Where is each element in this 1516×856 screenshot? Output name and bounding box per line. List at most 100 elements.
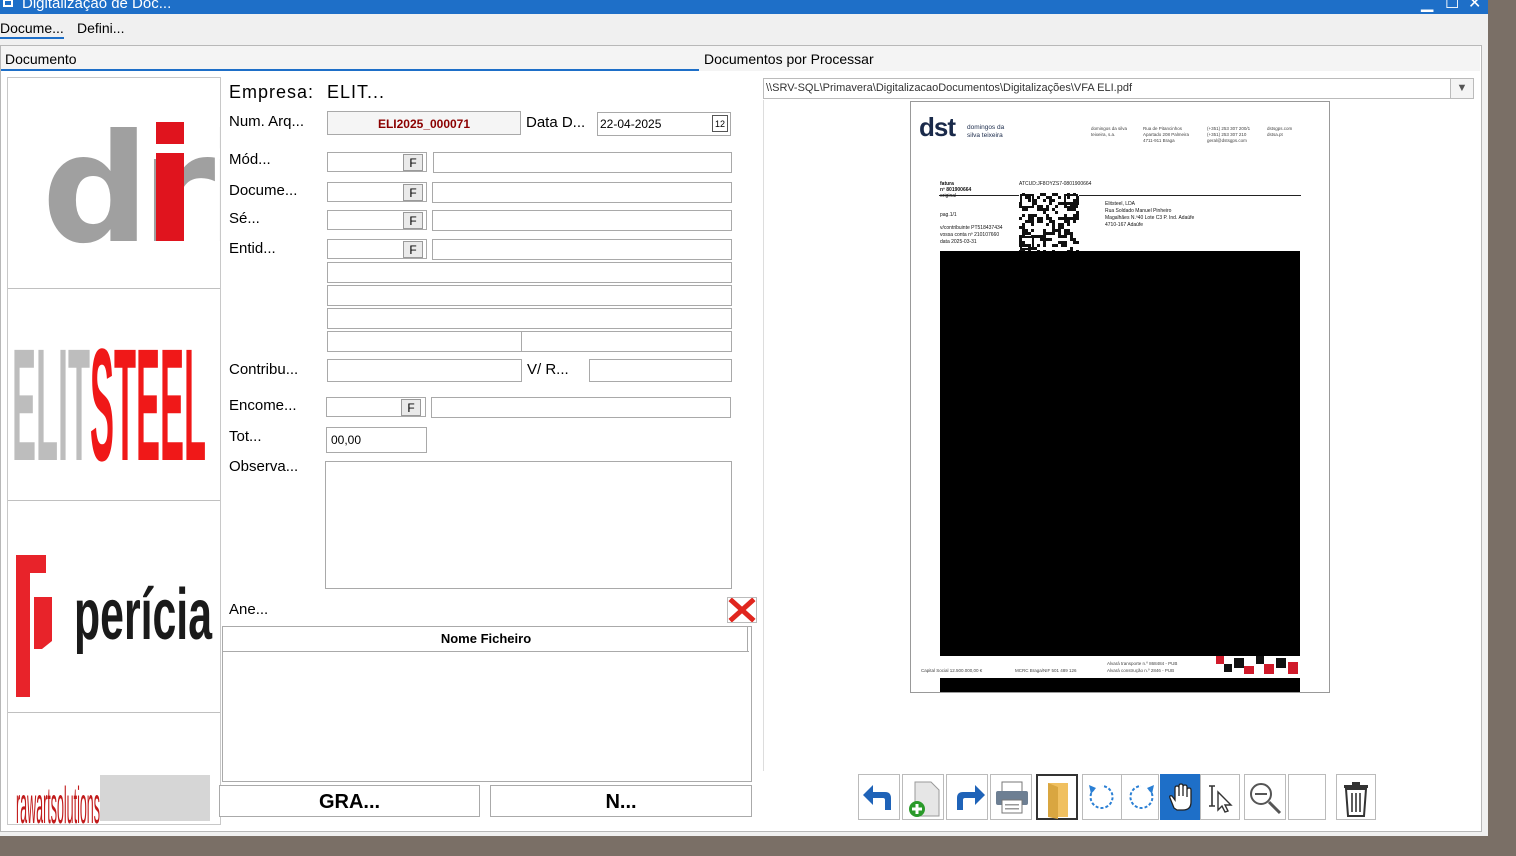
invoice-client-address: Elitsteel, LDA Rua Soldado Manuel Pinheir… <box>1105 201 1195 228</box>
zoom-out-icon <box>1250 783 1282 815</box>
delete-x-icon <box>728 597 756 623</box>
logo-rawart[interactable]: rawartsolutions <box>8 713 220 824</box>
app-icon <box>3 0 13 7</box>
vref-field[interactable] <box>589 359 732 382</box>
contribuinte-field[interactable] <box>327 359 522 382</box>
menu-definicoes[interactable]: Defini... <box>77 20 124 36</box>
modulo-description-field[interactable] <box>433 152 732 173</box>
modulo-f-button[interactable]: F <box>403 154 423 171</box>
documento-f-button[interactable]: F <box>403 184 423 201</box>
invoice-atcud: ATCUD:JF8OYZS7-0801900664 <box>1019 181 1092 187</box>
open-folder-button[interactable] <box>1036 774 1078 820</box>
entidade-f-button[interactable]: F <box>403 241 423 258</box>
documentos-por-processar-header: Documentos por Processar <box>699 46 1480 71</box>
encomenda-description-field[interactable] <box>431 397 731 418</box>
novo-button[interactable]: N... <box>490 785 752 817</box>
rotate-right-icon <box>1129 785 1154 809</box>
logo-pericia[interactable]: perícia <box>8 501 220 713</box>
window-title: Digitalização de Doc... <box>22 0 172 12</box>
menu-documento[interactable]: Docume... <box>0 20 64 39</box>
print-button[interactable] <box>990 774 1032 820</box>
empresa-label: Empresa: <box>229 82 315 102</box>
entidade-address-line1[interactable] <box>327 262 732 283</box>
rawart-logo-image: rawartsolutions <box>16 775 210 824</box>
previous-document-button[interactable] <box>858 774 900 820</box>
invoice-footer-alvara: Alvará transporte n.º 868484 - PUB Alvará… <box>1107 661 1178 673</box>
application-window: Digitalização de Doc... ▁ ☐ ✕ Docume... … <box>0 0 1488 836</box>
file-path-text: \\SRV-SQL\Primavera\DigitalizacaoDocumen… <box>766 82 1133 94</box>
num-arq-field: ELI2025_000071 <box>327 111 521 135</box>
total-label: Tot... <box>229 428 262 445</box>
entidade-address-line2[interactable] <box>327 285 732 306</box>
vref-label: V/ R... <box>527 361 569 378</box>
elitsteel-logo-image: ELIT STEEL <box>12 315 206 494</box>
total-field[interactable]: 00,00 <box>326 427 427 453</box>
serie-f-button[interactable]: F <box>403 212 423 229</box>
invoice-footer-nif: MCRC Braga/NIF 501 489 126 <box>1015 668 1077 673</box>
gravar-button[interactable]: GRA... <box>219 785 480 817</box>
serie-label: Sé... <box>229 210 260 227</box>
text-select-button[interactable] <box>1200 774 1240 820</box>
undo-arrow-icon <box>863 785 891 810</box>
invoice-rule <box>939 195 1301 196</box>
serie-description-field[interactable] <box>432 210 732 231</box>
document-preview-area[interactable]: dst domingos da silva teixeira domingos … <box>763 100 1475 771</box>
zoom-level-blank[interactable] <box>1288 774 1326 820</box>
entidade-locality[interactable] <box>521 331 732 352</box>
logo-elit-text: ELIT <box>12 315 90 494</box>
anexos-label: Ane... <box>229 601 269 618</box>
contribuinte-label: Contribu... <box>229 361 299 378</box>
hand-pan-button[interactable] <box>1160 774 1200 820</box>
modulo-label: Mód... <box>229 151 271 168</box>
text-select-icon <box>1209 785 1233 813</box>
main-content: Documento Documentos por Processar dri E… <box>0 45 1482 832</box>
logo-rawart-text: rawartsolutions <box>16 777 100 824</box>
invoice-pattern-icon <box>1216 656 1298 674</box>
invoice-header-col2: Rua de Pitancinhos Apartado 208 Palmeira 4… <box>1143 126 1190 143</box>
documento-header: Documento <box>1 46 699 71</box>
invoice-header-col4: dstsgps.com dstsa.pt <box>1267 126 1293 137</box>
logo-elitsteel[interactable]: ELIT STEEL <box>8 289 220 501</box>
attachments-table[interactable]: Nome Ficheiro <box>222 626 752 782</box>
maximize-button[interactable]: ☐ <box>1445 0 1459 13</box>
close-button[interactable]: ✕ <box>1468 0 1481 13</box>
invoice-doc-type: fatura nº 801900664 original <box>940 181 972 199</box>
invoice-brand-sub2: silva teixeira <box>967 132 1003 139</box>
delete-document-button[interactable] <box>1336 774 1376 820</box>
documento-description-field[interactable] <box>432 182 732 203</box>
invoice-page: dst domingos da silva teixeira domingos … <box>910 101 1330 693</box>
entidade-address-line3[interactable] <box>327 308 732 329</box>
logo-steel-text: STEEL <box>90 315 206 494</box>
data-label: Data D... <box>526 114 586 131</box>
rotate-right-button[interactable] <box>1121 774 1159 820</box>
hand-pan-icon <box>1169 783 1192 811</box>
pericia-logo-image: perícia <box>16 555 213 697</box>
encomenda-label: Encome... <box>229 397 297 414</box>
minimize-button[interactable]: ▁ <box>1421 0 1433 13</box>
invoice-redacted-bottom <box>940 678 1300 692</box>
dropdown-arrow-icon[interactable]: ▼ <box>1450 79 1473 98</box>
add-page-icon <box>909 781 940 817</box>
print-icon <box>996 781 1028 814</box>
add-page-button[interactable] <box>902 774 944 820</box>
company-logos-panel: dri ELIT STEEL perícia <box>7 77 221 825</box>
zoom-out-button[interactable] <box>1244 774 1286 820</box>
folder-icon <box>1048 783 1068 819</box>
redo-arrow-icon <box>957 785 985 810</box>
entidade-name-field[interactable] <box>432 239 732 260</box>
observacoes-textarea[interactable] <box>325 461 732 589</box>
entidade-postal-code[interactable] <box>327 331 522 352</box>
invoice-header-col3: (+351) 253 307 200/1 (+351) 253 307 210 ge… <box>1207 126 1251 143</box>
logo-dri[interactable]: dri <box>8 78 220 289</box>
logo-pericia-text: perícia <box>74 575 213 655</box>
remove-attachment-button[interactable] <box>727 597 757 623</box>
num-arq-label: Num. Arq... <box>229 113 305 130</box>
invoice-header-col1: domingos da silva teixeira, s.a. <box>1091 126 1128 137</box>
nome-ficheiro-column-header[interactable]: Nome Ficheiro <box>223 627 749 652</box>
rotate-left-button[interactable] <box>1082 774 1122 820</box>
data-field[interactable]: 22-04-2025 12 <box>597 112 731 136</box>
encomenda-f-button[interactable]: F <box>401 399 421 416</box>
next-document-button[interactable] <box>946 774 988 820</box>
file-path-dropdown[interactable]: \\SRV-SQL\Primavera\DigitalizacaoDocumen… <box>763 78 1474 99</box>
calendar-icon[interactable]: 12 <box>712 115 728 132</box>
